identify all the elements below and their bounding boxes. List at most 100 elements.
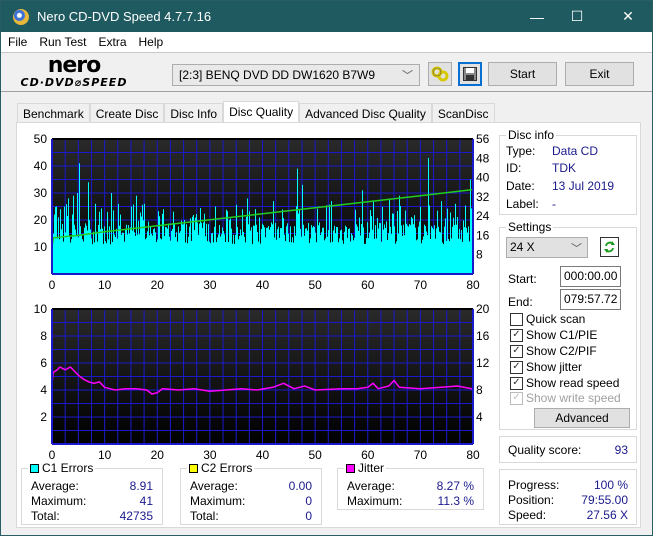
menu-help[interactable]: Help [139, 35, 164, 49]
c1-error-bar [381, 241, 382, 274]
c1-error-bar [69, 236, 70, 274]
c1-error-bar [319, 222, 320, 274]
advanced-button[interactable]: Advanced [534, 408, 630, 428]
c1-error-bar [303, 224, 304, 274]
c1-error-bar [166, 227, 167, 274]
c1-error-bar [465, 205, 466, 274]
show-jitter-checkbox[interactable]: ✓ Show jitter [510, 360, 582, 374]
c1-error-bar [410, 225, 411, 274]
tab-benchmark[interactable]: Benchmark [17, 103, 90, 123]
c1-error-bar [88, 182, 89, 274]
tab-scandisc[interactable]: ScanDisc [431, 103, 495, 123]
x-tick-label: 60 [361, 448, 375, 462]
c1-error-bar [204, 213, 205, 274]
start-button[interactable]: Start [488, 62, 557, 86]
c2-title: C2 Errors [201, 461, 253, 475]
tab-create-disc[interactable]: Create Disc [89, 103, 165, 123]
c1-error-bar [343, 243, 344, 274]
c1-error-bar [132, 230, 133, 274]
menu-file[interactable]: File [8, 35, 27, 49]
c1-error-bar [359, 217, 360, 274]
c1-error-bar [249, 211, 250, 274]
c1-error-bar [181, 220, 182, 274]
c1-error-bar [411, 217, 412, 274]
tab-disc-quality[interactable]: Disc Quality [223, 101, 300, 123]
c1-error-bar [256, 224, 257, 274]
y-left-tick-label: 10 [34, 302, 48, 316]
progress-label: Progress: [508, 478, 560, 492]
tab-advanced-disc-quality[interactable]: Advanced Disc Quality [299, 103, 432, 123]
c1-error-bar [182, 224, 183, 274]
x-tick-label: 30 [203, 448, 217, 462]
c1-error-bar [244, 236, 245, 274]
quick-scan-checkbox[interactable]: Quick scan [510, 312, 585, 326]
y-right-tick-label: 40 [476, 171, 490, 185]
c1-error-bar [300, 228, 301, 274]
drive-select[interactable]: [2:3] BENQ DVD DD DW1620 B7W9 ﹀ [172, 64, 420, 86]
c1-error-bar [392, 213, 393, 274]
close-button[interactable]: ✕ [605, 1, 651, 32]
c1-error-bar [374, 238, 375, 274]
c1-error-bar [87, 230, 88, 274]
c1-error-bar [289, 242, 290, 274]
menu-run-test[interactable]: Run Test [39, 35, 86, 49]
c1-error-bar [285, 241, 286, 274]
c1-error-bar [290, 226, 291, 274]
c1-error-bar [86, 225, 87, 274]
maximize-button[interactable]: ☐ [554, 1, 600, 32]
c1-max-value: 41 [139, 494, 153, 508]
c1-error-bar [109, 226, 110, 274]
c1-error-bar [55, 207, 56, 274]
refresh-speed-button[interactable] [600, 237, 619, 257]
show-c1-pie-checkbox[interactable]: ✓ Show C1/PIE [510, 328, 597, 342]
c1-error-bar [335, 233, 336, 274]
speed-select[interactable]: 24 X ﹀ [506, 237, 588, 258]
tab-disc-info[interactable]: Disc Info [164, 103, 224, 123]
c1-error-bar [371, 216, 372, 274]
end-time-input[interactable]: 079:57.72 [560, 289, 621, 310]
c1-error-bar [443, 244, 444, 274]
c1-error-bar [269, 229, 270, 274]
c1-error-bar [305, 228, 306, 274]
y-right-tick-label: 20 [476, 302, 490, 316]
c1-error-bar [242, 209, 243, 274]
refresh-drive-button[interactable] [428, 62, 452, 86]
c1-error-bar [153, 229, 154, 274]
c1-error-bar [141, 216, 142, 274]
y-right-tick-label: 56 [476, 132, 490, 146]
show-read-speed-checkbox[interactable]: ✓ Show read speed [510, 376, 619, 390]
c1-error-bar [212, 232, 213, 274]
c1-error-bar [333, 230, 334, 274]
c1-error-bar [429, 205, 430, 274]
c1-error-bar [407, 225, 408, 274]
c1-error-bar [231, 228, 232, 274]
nero-logo: nero CD·DVD⌀SPEED [15, 55, 133, 92]
c1-error-bar [118, 203, 119, 274]
c1-error-bar [210, 243, 211, 274]
c1-error-bar [295, 235, 296, 274]
c1-error-bar [350, 241, 351, 274]
c1-error-bar [268, 226, 269, 274]
c1-error-bar [106, 243, 107, 274]
start-time-input[interactable]: 000:00.00 [560, 266, 621, 287]
save-button[interactable] [458, 62, 482, 86]
jitter-max-label: Maximum: [347, 494, 403, 508]
c1-error-bar [135, 235, 136, 274]
c1-error-bar [433, 229, 434, 274]
c1-error-bar [63, 241, 64, 274]
c1-error-bar [416, 240, 417, 274]
exit-button[interactable]: Exit [565, 62, 634, 86]
c1-error-bar [304, 235, 305, 274]
c1-error-bar [298, 213, 299, 274]
c2-total-value: 0 [305, 509, 312, 523]
c1-error-bar [422, 239, 423, 274]
c1-error-bar [130, 227, 131, 274]
c1-error-bar [324, 240, 325, 274]
c1-error-bar [254, 225, 255, 274]
x-tick-label: 20 [151, 448, 165, 462]
c1-error-bar [469, 241, 470, 274]
c1-error-bar [199, 223, 200, 274]
show-c2-pif-checkbox[interactable]: ✓ Show C2/PIF [510, 344, 597, 358]
c1-error-bar [229, 220, 230, 274]
menu-extra[interactable]: Extra [98, 35, 126, 49]
